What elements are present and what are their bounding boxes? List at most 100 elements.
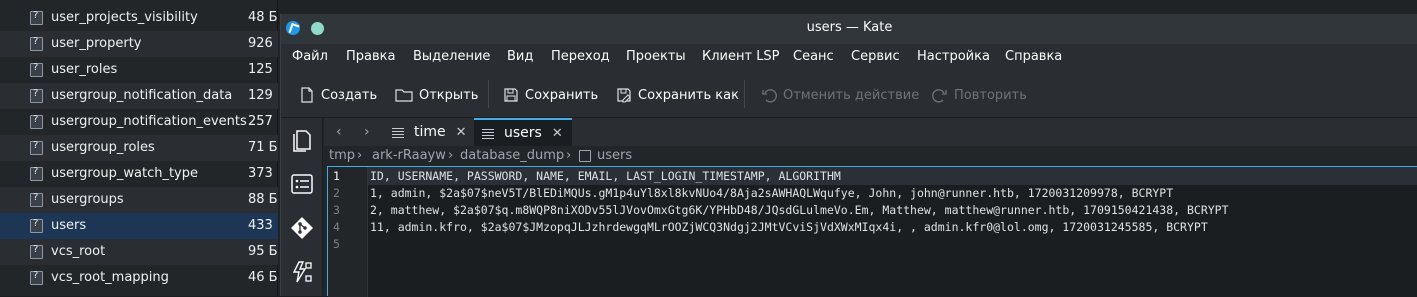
file-row[interactable]: user_roles 125 Б bbox=[0, 57, 278, 83]
menu-help[interactable]: Справка bbox=[1005, 49, 1062, 64]
symbols-outline-icon[interactable] bbox=[290, 172, 314, 196]
file-row[interactable]: user_projects_visibility 48 Б bbox=[0, 5, 278, 31]
save-icon bbox=[503, 87, 519, 103]
menu-projects[interactable]: Проекты bbox=[626, 49, 686, 64]
file-name: user_property bbox=[51, 36, 142, 51]
redo-button[interactable]: Повторить bbox=[932, 84, 1027, 106]
code-line[interactable]: 11, admin.kfro, $2a$07$JMzopqJLJzhrdewgq… bbox=[370, 220, 1208, 234]
menu-view[interactable]: Вид bbox=[507, 49, 533, 64]
unknown-file-icon bbox=[30, 140, 43, 155]
file-size: 373 Б bbox=[248, 166, 278, 181]
menu-tools[interactable]: Сервис bbox=[851, 49, 900, 64]
unknown-file-icon bbox=[579, 150, 591, 162]
file-size: 125 Б bbox=[248, 62, 278, 77]
close-icon[interactable]: ✕ bbox=[552, 126, 563, 141]
redo-button-label: Повторить bbox=[954, 87, 1027, 103]
file-name: user_roles bbox=[51, 62, 118, 77]
file-size: 48 Б bbox=[248, 10, 278, 25]
unknown-file-icon bbox=[30, 218, 43, 233]
file-row[interactable]: vcs_root 95 Б bbox=[0, 239, 278, 265]
undo-button[interactable]: Отменить действие bbox=[761, 84, 919, 106]
file-name: usergroup_notification_events bbox=[51, 114, 247, 129]
file-size: 46 Б bbox=[248, 270, 278, 285]
file-row[interactable]: user_property 926 Б bbox=[0, 31, 278, 57]
save-button-label: Сохранить bbox=[525, 87, 599, 103]
menu-settings[interactable]: Настройка bbox=[917, 49, 990, 64]
title-bar[interactable]: users — Kate bbox=[281, 14, 1417, 44]
file-row[interactable]: usergroup_notification_events 257 Б bbox=[0, 109, 278, 135]
code-line[interactable]: 1, admin, $2a$07$neV5T/BlEDiMQUs.gM1p4uY… bbox=[370, 186, 1173, 200]
chevron-right-icon: › bbox=[566, 148, 572, 163]
tab-back-icon[interactable]: ‹ bbox=[336, 124, 342, 140]
new-button-label: Создать bbox=[321, 87, 378, 103]
file-size: 95 Б bbox=[248, 244, 278, 259]
line-number: 4 bbox=[333, 220, 340, 234]
new-button[interactable]: Создать bbox=[299, 84, 377, 106]
menu-bar: Файл Правка Выделение Вид Переход Проект… bbox=[281, 44, 1417, 70]
save-as-button[interactable]: Сохранить как bbox=[616, 84, 739, 106]
tab-forward-icon[interactable]: › bbox=[364, 124, 370, 140]
breadcrumb-item[interactable]: users bbox=[597, 148, 632, 163]
file-row[interactable]: usergroups 88 Б bbox=[0, 187, 278, 213]
kate-window: users — Kate Файл Правка Выделение Вид П… bbox=[280, 14, 1417, 297]
file-size: 926 Б bbox=[248, 36, 278, 51]
text-document-icon bbox=[482, 127, 494, 139]
git-icon[interactable] bbox=[290, 216, 314, 240]
file-row[interactable]: vcs_root_mapping 46 Б bbox=[0, 265, 278, 291]
breadcrumb-item[interactable]: database_dump bbox=[460, 148, 564, 163]
file-name: usergroup_roles bbox=[51, 140, 155, 155]
lsp-client-icon[interactable] bbox=[290, 260, 314, 284]
file-name: user_projects_visibility bbox=[51, 10, 198, 25]
open-button-label: Открыть bbox=[419, 87, 479, 103]
redo-icon bbox=[932, 87, 948, 103]
window-title: users — Kate bbox=[806, 20, 893, 35]
menu-go[interactable]: Переход bbox=[551, 49, 610, 64]
chevron-right-icon: › bbox=[357, 148, 363, 163]
file-row[interactable]: usergroup_notification_data 129 Б bbox=[0, 83, 278, 109]
close-icon[interactable]: ✕ bbox=[456, 125, 467, 140]
menu-edit[interactable]: Правка bbox=[346, 49, 395, 64]
open-button[interactable]: Открыть bbox=[395, 84, 478, 106]
file-row-selected[interactable]: users 433 Б bbox=[0, 213, 278, 239]
undo-button-label: Отменить действие bbox=[783, 87, 920, 103]
tab-time[interactable]: time ✕ bbox=[388, 118, 467, 146]
menu-session[interactable]: Сеанс bbox=[793, 49, 834, 64]
line-number: 1 bbox=[333, 169, 340, 183]
line-number: 3 bbox=[333, 203, 340, 217]
save-as-button-label: Сохранить как bbox=[638, 87, 739, 103]
unknown-file-icon bbox=[30, 192, 43, 207]
tab-users[interactable]: users ✕ bbox=[474, 118, 572, 146]
text-editor[interactable]: 1 2 3 4 5 ID, USERNAME, PASSWORD, NAME, … bbox=[327, 166, 1417, 297]
file-name: usergroups bbox=[51, 192, 124, 207]
breadcrumb-item[interactable]: ark-rRaayw bbox=[372, 148, 446, 163]
toolbar-separator bbox=[488, 80, 489, 108]
new-document-icon bbox=[299, 87, 315, 103]
unknown-file-icon bbox=[30, 166, 43, 181]
file-manager-panel: user_projects_visibility 48 Б user_prope… bbox=[0, 0, 278, 296]
breadcrumb-item[interactable]: tmp bbox=[329, 148, 355, 163]
save-button[interactable]: Сохранить bbox=[503, 84, 598, 106]
documents-icon[interactable] bbox=[290, 128, 314, 152]
menu-lsp-client[interactable]: Клиент LSP bbox=[702, 49, 780, 64]
text-document-icon bbox=[392, 126, 404, 138]
file-name: usergroup_watch_type bbox=[51, 166, 199, 181]
line-number: 5 bbox=[333, 237, 340, 251]
file-name: vcs_root_mapping bbox=[51, 270, 169, 285]
save-as-icon bbox=[616, 87, 632, 103]
code-line[interactable]: 2, matthew, $2a$07$q.m8WQP8niXODv55lJVov… bbox=[370, 203, 1229, 217]
file-row[interactable]: usergroup_roles 71 Б bbox=[0, 135, 278, 161]
toolbar-separator bbox=[744, 80, 745, 108]
chevron-right-icon: › bbox=[448, 148, 454, 163]
code-line[interactable]: ID, USERNAME, PASSWORD, NAME, EMAIL, LAS… bbox=[370, 169, 841, 183]
main-toolbar: Создать Открыть Сохранить Сохранить как bbox=[281, 70, 1417, 118]
menu-file[interactable]: Файл bbox=[292, 49, 328, 64]
undo-icon bbox=[761, 87, 777, 103]
folder-open-icon bbox=[395, 87, 413, 103]
file-row[interactable]: usergroup_watch_type 373 Б bbox=[0, 161, 278, 187]
file-size: 71 Б bbox=[248, 140, 278, 155]
menu-selection[interactable]: Выделение bbox=[413, 49, 490, 64]
file-name: users bbox=[51, 218, 87, 233]
file-size: 433 Б bbox=[248, 218, 278, 233]
tab-bar: ‹ › time ✕ users ✕ bbox=[324, 118, 1417, 146]
file-size: 257 Б bbox=[248, 114, 278, 129]
